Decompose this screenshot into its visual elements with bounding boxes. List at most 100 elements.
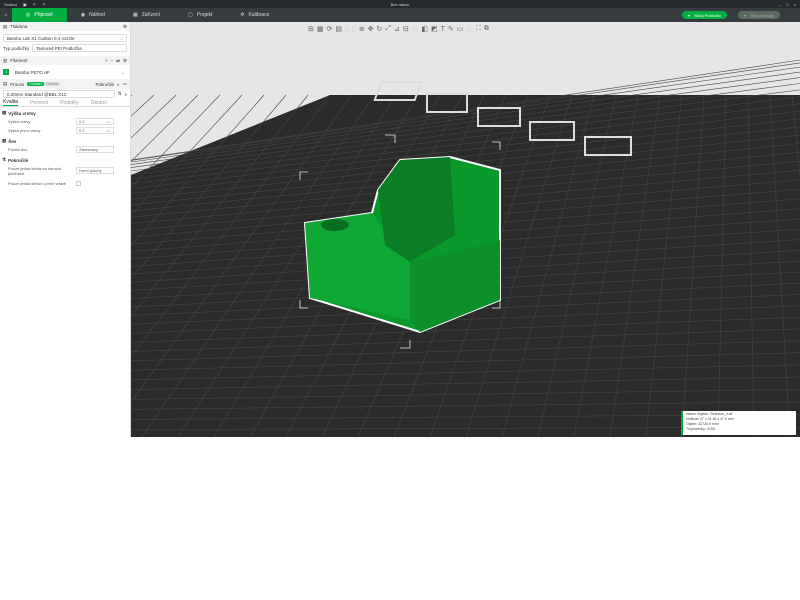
measure-icon[interactable]: ▭ <box>457 25 464 33</box>
option-label: Pouze jedna stěna na horních plochách <box>8 165 62 176</box>
main-tabs: ⌂ ◎ Připravit ◉ Náhled ▦ Zařízení ▢ Projekt … <box>0 8 800 22</box>
layers-editing-icon[interactable]: ≣ <box>359 25 365 33</box>
compare-icon[interactable]: ▭ <box>123 81 127 87</box>
explode-icon[interactable]: ⧉ <box>484 25 489 33</box>
edit-icon[interactable]: ◌ <box>120 36 123 41</box>
tab-prepare[interactable]: ◎ Připravit <box>12 8 67 22</box>
auto-orient-icon[interactable]: ⟳ <box>327 25 333 33</box>
scale-icon[interactable]: ⤢ <box>385 25 391 33</box>
seam-paint-icon[interactable]: ◩ <box>431 25 438 33</box>
slice-plate-button[interactable]: ▾ Slicuj Podložku <box>682 11 728 19</box>
split-objects-icon[interactable]: ▯ <box>345 25 349 33</box>
seam-icon: ▥ <box>2 138 7 143</box>
filament-select[interactable]: Bambu PETG HF ◌ <box>12 68 127 76</box>
text-icon[interactable]: T <box>441 26 445 33</box>
add-icon[interactable]: + <box>105 58 108 63</box>
tab-label: Kalibrace <box>248 12 270 18</box>
toggle-global[interactable]: Globální <box>27 82 45 86</box>
build-plate-scene[interactable] <box>131 22 800 437</box>
first-layer-height-input[interactable]: 0.2 mm <box>76 127 114 134</box>
filament-name: Bambu PETG HF <box>15 69 51 75</box>
option-value: Horní plochy <box>79 168 102 173</box>
prepare-icon: ◎ <box>26 12 31 18</box>
tab-label: Projekt <box>196 12 213 18</box>
advanced-switch[interactable]: ◐ <box>117 82 120 87</box>
printer-select[interactable]: Bambu Lab X1 Carbon 0.4 nozzle ◌ <box>3 34 127 42</box>
process-tabs: Kvalita Pevnost Podpěry Ostatní <box>0 99 130 107</box>
calibration-icon: ✲ <box>240 12 245 18</box>
tab-supports[interactable]: Podpěry <box>60 100 79 106</box>
group-title: Výška vrstvy <box>8 110 36 116</box>
tab-preview[interactable]: ◉ Náhled <box>67 8 119 22</box>
printer-name: Bambu Lab X1 Carbon 0.4 nozzle <box>7 35 75 41</box>
viewport-toolbar: ⊞ ▦ ⟳ ▤ ▯ ▯ ≣ ✥ ↻ ⤢ ⊿ ⊟ ▭ ◧ ◩ T ✎ ▭ ▭ ⛶ ⧉ <box>308 23 489 35</box>
filament-icon: ▥ <box>3 57 8 63</box>
color-paint-icon[interactable]: ✎ <box>448 25 454 33</box>
print-label: Tisk podložky <box>750 12 775 18</box>
home-icon[interactable]: ⌂ <box>0 8 12 22</box>
plate-type-select[interactable]: Textured PEI Podložka <box>32 44 127 52</box>
tab-quality[interactable]: Kvalita <box>3 99 19 106</box>
minimize-icon[interactable]: – <box>779 2 781 7</box>
preview-icon: ◉ <box>80 12 86 18</box>
option-unit: mm <box>106 128 111 133</box>
save-preset-icon[interactable]: ⇅ <box>118 91 122 97</box>
process-section-header: ▤ Proces Globální Objekty Pokročilé ◐ ▭ <box>0 79 130 89</box>
project-icon: ▢ <box>188 12 193 18</box>
advanced-icon: ⚗ <box>2 157 7 162</box>
rotate-icon[interactable]: ↻ <box>376 25 382 33</box>
edit-icon[interactable]: ◌ <box>121 70 124 75</box>
settings-icon[interactable]: ⚙ <box>123 24 127 30</box>
plate-type-label: Typ podložky <box>3 45 30 51</box>
section-title: Filament <box>10 58 28 63</box>
split-parts-icon[interactable]: ▯ <box>352 25 356 33</box>
option-row: Pouze jedna stěna na horních plochách Hor… <box>0 164 130 177</box>
window-title: Bez názvu <box>390 2 410 7</box>
preset-name: 0.20mm Standard @BBL X1C <box>7 91 67 97</box>
toggle-objects[interactable]: Objekty <box>44 82 60 86</box>
tab-strength[interactable]: Pevnost <box>30 100 48 106</box>
assembly-icon[interactable]: ▭ <box>466 25 473 33</box>
arrange-icon[interactable]: ▤ <box>335 25 342 33</box>
settings-sidebar: ▤ Tiskárna ⚙ Bambu Lab X1 Carbon 0.4 nozzl… <box>0 22 131 437</box>
3d-viewport[interactable] <box>131 22 800 437</box>
search-icon[interactable]: ⌕ <box>124 92 127 97</box>
tab-device[interactable]: ▦ Zařízení <box>119 8 174 22</box>
group-seam: ▥ Šev <box>0 137 130 145</box>
object-info-panel: Název objektu: Redukce_4.stl Velikost: 4… <box>681 411 796 435</box>
add-plate-icon[interactable]: ▦ <box>317 25 324 33</box>
mesh-boolean-icon[interactable]: ▭ <box>412 25 419 33</box>
seam-position-select[interactable]: Zarovnaný <box>76 146 114 153</box>
tab-other[interactable]: Ostatní <box>91 100 107 106</box>
tab-label: Zařízení <box>141 12 161 18</box>
remove-icon[interactable]: − <box>111 58 114 63</box>
support-paint-icon[interactable]: ◧ <box>421 25 428 33</box>
sync-icon[interactable]: ⇄ <box>116 58 120 64</box>
close-icon[interactable]: × <box>794 2 796 7</box>
top-one-wall-select[interactable]: Horní plochy <box>76 167 114 174</box>
title-bar: Soubor ▣ ↶ ↷ Bez názvu – □ × <box>0 0 800 8</box>
printer-section-header: ▤ Tiskárna ⚙ <box>0 22 130 31</box>
process-preset-select[interactable]: 0.20mm Standard @BBL X1C <box>3 90 115 98</box>
group-title: Pokročilé <box>8 157 29 163</box>
move-icon[interactable]: ✥ <box>368 25 374 33</box>
object-triangles: Trojúhelníky: 2196 <box>686 427 715 431</box>
global-object-toggle[interactable]: Globální Objekty <box>27 82 61 86</box>
tab-project[interactable]: ▢ Projekt <box>174 8 226 22</box>
device-icon: ▦ <box>132 12 138 18</box>
filament-color-swatch[interactable]: 1 <box>3 69 9 75</box>
settings-icon[interactable]: ⚙ <box>123 58 127 64</box>
first-layer-one-wall-checkbox[interactable] <box>76 181 81 186</box>
add-object-icon[interactable]: ⊞ <box>308 25 314 33</box>
cut-icon[interactable]: ⊟ <box>403 25 409 33</box>
print-plate-button[interactable]: ▾ Tisk podložky <box>738 11 781 19</box>
layer-height-input[interactable]: 0.2 mm <box>76 118 114 125</box>
printer-icon: ▤ <box>3 23 8 29</box>
maximize-icon[interactable]: □ <box>786 2 788 7</box>
fit-view-icon[interactable]: ⛶ <box>476 25 481 33</box>
option-value: Zarovnaný <box>79 147 98 152</box>
advanced-label: Pokročilé <box>95 81 115 87</box>
lay-on-face-icon[interactable]: ⊿ <box>394 25 400 33</box>
chevron-down-icon: ▾ <box>744 12 747 18</box>
tab-calibration[interactable]: ✲ Kalibrace <box>226 8 283 22</box>
